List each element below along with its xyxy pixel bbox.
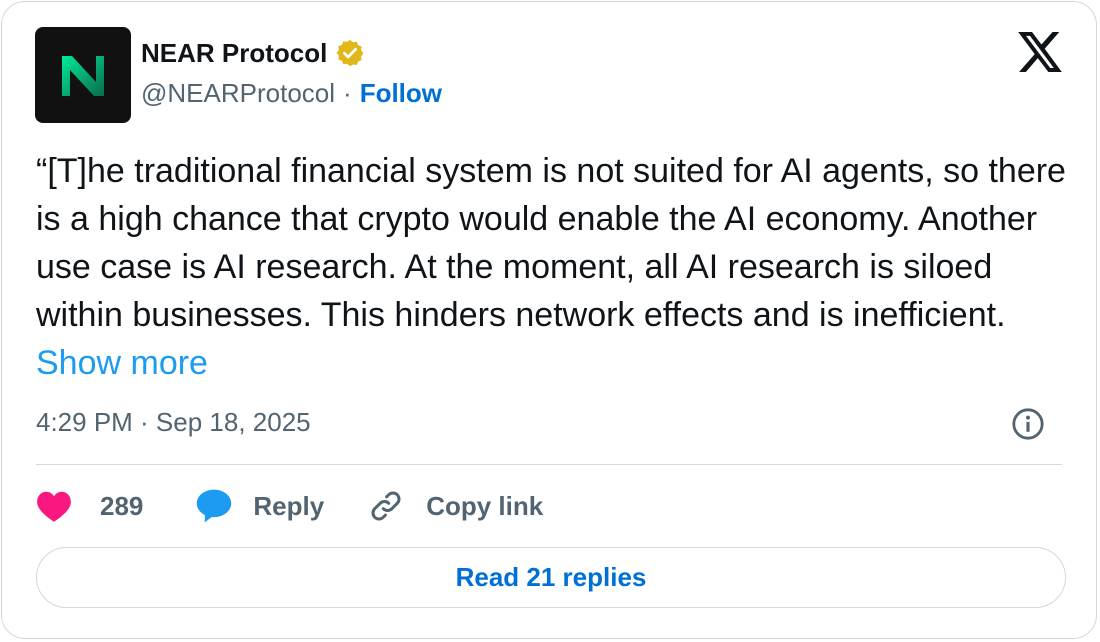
show-more-link[interactable]: Show more	[36, 344, 208, 382]
copy-link-button[interactable]: Copy link	[368, 488, 543, 524]
tweet-text: “[T]he traditional financial system is n…	[36, 147, 1076, 387]
tweet-timestamp[interactable]: 4:29 PM · Sep 18, 2025	[36, 406, 311, 438]
x-logo-icon[interactable]	[1018, 32, 1062, 72]
heart-icon	[37, 491, 71, 522]
link-icon	[371, 491, 401, 521]
read-replies-button[interactable]: Read 21 replies	[36, 547, 1066, 608]
tweet-body: “[T]he traditional financial system is n…	[36, 152, 1066, 334]
like-button[interactable]: 289	[36, 489, 143, 523]
author-handle-row: @NEARProtocol · Follow	[141, 77, 442, 109]
copy-link-label: Copy link	[426, 490, 544, 521]
verified-badge-icon	[336, 39, 364, 67]
reply-label: Reply	[253, 490, 325, 521]
author-handle[interactable]: @NEARProtocol	[141, 77, 335, 109]
near-logo-icon	[62, 56, 104, 96]
author-name-row: NEAR Protocol	[141, 37, 365, 69]
like-count: 289	[100, 490, 144, 521]
info-icon[interactable]	[1011, 407, 1045, 441]
action-bar: 289 Reply Copy link	[36, 484, 543, 528]
author-display-name[interactable]: NEAR Protocol	[141, 37, 327, 69]
tweet-card: NEAR Protocol @NEARProtocol · Follow “[T…	[1, 1, 1097, 639]
reply-button[interactable]: Reply	[195, 488, 324, 524]
handle-separator: ·	[343, 78, 352, 108]
divider	[36, 464, 1062, 465]
speech-bubble-icon	[197, 489, 232, 523]
follow-button[interactable]: Follow	[360, 77, 442, 109]
avatar[interactable]	[35, 27, 131, 123]
